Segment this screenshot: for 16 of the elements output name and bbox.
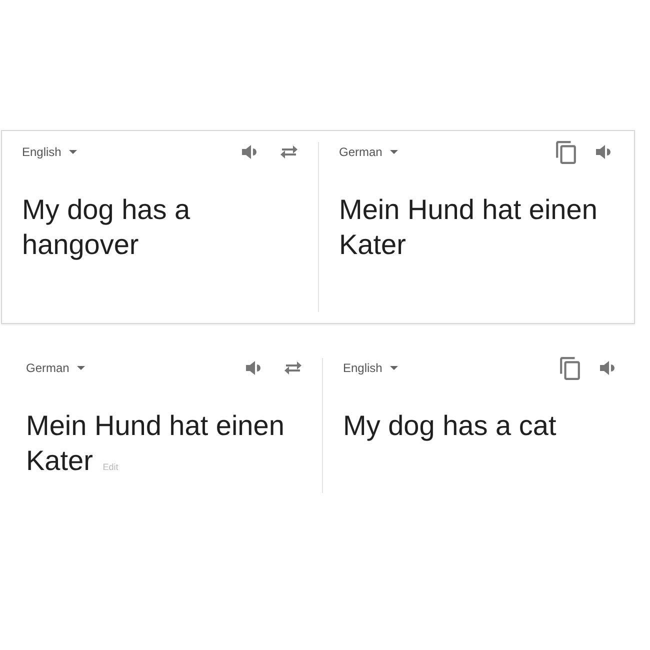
caret-icon	[77, 366, 86, 370]
caret-icon	[390, 150, 398, 154]
language-dropdown[interactable]: English	[22, 143, 78, 161]
copy-icon[interactable]	[560, 356, 580, 380]
copy-icon[interactable]	[556, 140, 576, 164]
caret-icon	[390, 366, 398, 370]
caret-icon	[69, 150, 78, 154]
language-dropdown[interactable]: German	[26, 359, 86, 377]
swap-icon[interactable]	[280, 145, 298, 159]
language-dropdown[interactable]: German	[339, 143, 398, 161]
language-dropdown[interactable]: English	[343, 359, 398, 377]
swap-icon[interactable]	[284, 361, 302, 375]
translation-text: My dog has a cat	[343, 409, 558, 443]
source-text[interactable]: My dog has a hangover	[22, 192, 298, 262]
translation-text: Mein Hund hat einen Kater	[339, 193, 598, 262]
source-text[interactable]: Mein Hund hat einen Kater Edit	[26, 408, 302, 485]
